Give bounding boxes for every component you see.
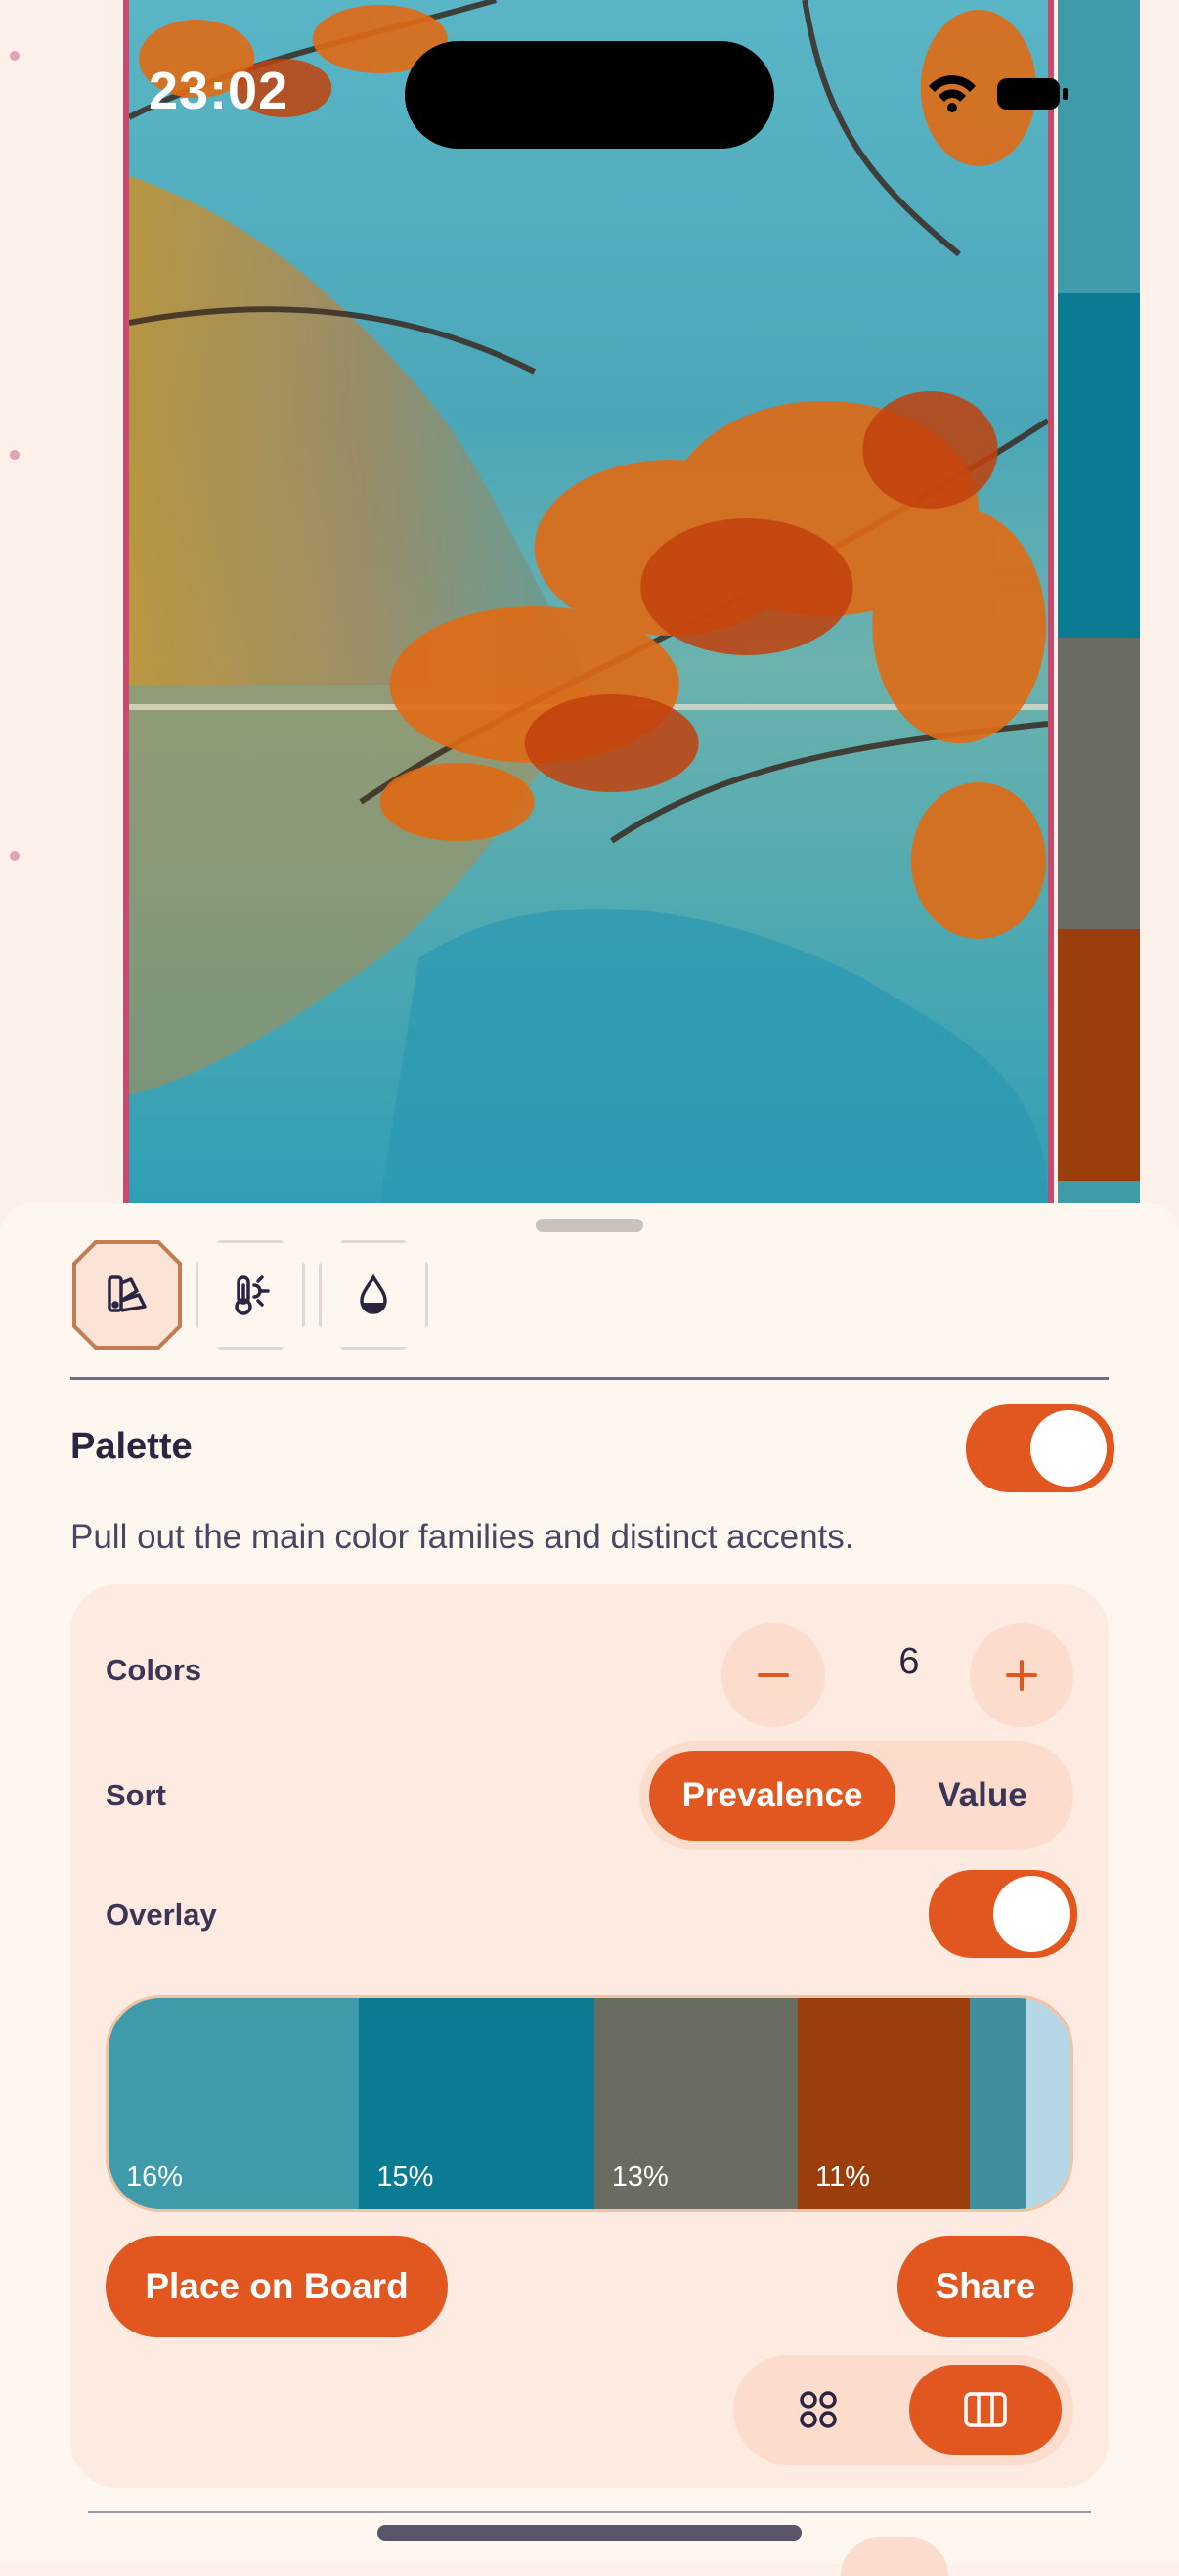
- swatch-percentage: 11%: [815, 2161, 871, 2193]
- view-columns-option[interactable]: [909, 2365, 1062, 2455]
- sort-segmented-control: Prevalence Value: [639, 1741, 1073, 1850]
- colors-label: Colors: [106, 1653, 202, 1687]
- increase-colors-button[interactable]: [970, 1623, 1073, 1727]
- overlay-label: Overlay: [106, 1897, 217, 1932]
- palette-settings-card: Colors 6 Sort Prevalence Value Overlay 1…: [70, 1584, 1109, 2488]
- place-on-board-button[interactable]: Place on Board: [106, 2236, 448, 2337]
- palette-swatch[interactable]: 15%: [359, 1998, 594, 2209]
- side-swatch-2: [1058, 293, 1140, 638]
- photo-image: [129, 0, 1048, 1203]
- drop-icon: [360, 1273, 387, 1314]
- bottom-sheet: Palette Pull out the main color families…: [0, 1203, 1179, 2576]
- status-icons: [929, 75, 1068, 112]
- palette-toggle[interactable]: [966, 1404, 1114, 1492]
- palette-description: Pull out the main color families and dis…: [70, 1518, 854, 1556]
- swatch-percentage: 13%: [611, 2161, 669, 2193]
- minus-icon: [758, 1673, 789, 1677]
- palette-title: Palette: [70, 1426, 193, 1467]
- toggle-knob: [993, 1876, 1070, 1952]
- overlay-toggle[interactable]: [929, 1870, 1077, 1958]
- tool-temperature[interactable]: [196, 1240, 305, 1350]
- toolbar-divider: [70, 1377, 1109, 1380]
- palette-swatch[interactable]: [1026, 1998, 1070, 2209]
- marker-dot: [10, 450, 20, 460]
- view-grid-option[interactable]: [745, 2365, 892, 2455]
- tool-drop[interactable]: [319, 1240, 428, 1350]
- colors-count: 6: [898, 1641, 920, 1682]
- palette-swatch[interactable]: 13%: [593, 1998, 799, 2209]
- side-swatch-1: [1058, 0, 1140, 293]
- palette-swatch[interactable]: [970, 1998, 1027, 2209]
- view-mode-switch: [733, 2355, 1073, 2465]
- home-indicator[interactable]: [377, 2525, 802, 2541]
- palette-icon: [108, 1275, 147, 1312]
- palette-swatch[interactable]: 16%: [109, 1998, 360, 2209]
- dynamic-island: [405, 41, 774, 149]
- battery-icon: [997, 78, 1068, 110]
- peek-element: [841, 2537, 948, 2576]
- palette-swatch[interactable]: 11%: [798, 1998, 971, 2209]
- marker-dot: [10, 851, 20, 861]
- temperature-icon: [235, 1275, 270, 1315]
- side-swatch-5: [1058, 1181, 1140, 1203]
- plus-icon: [1006, 1660, 1037, 1691]
- sort-option-value[interactable]: Value: [901, 1751, 1064, 1841]
- marker-dot: [10, 51, 20, 61]
- wifi-icon: [929, 75, 976, 112]
- share-button[interactable]: Share: [897, 2236, 1073, 2337]
- toggle-knob: [1030, 1410, 1107, 1487]
- swatch-percentage: 15%: [376, 2161, 434, 2193]
- grid-icon: [800, 2391, 837, 2428]
- sheet-grabber[interactable]: [536, 1219, 643, 1232]
- palette-bar[interactable]: 16% 15% 13% 11%: [106, 1995, 1073, 2212]
- photo-preview[interactable]: [123, 0, 1054, 1203]
- side-swatch-4: [1058, 929, 1140, 1181]
- status-time: 23:02: [149, 62, 289, 120]
- swatch-percentage: 16%: [126, 2161, 184, 2193]
- tool-palette[interactable]: [72, 1240, 182, 1350]
- columns-icon: [964, 2392, 1007, 2427]
- sort-label: Sort: [106, 1778, 166, 1812]
- decrease-colors-button[interactable]: [721, 1623, 825, 1727]
- sort-option-prevalence[interactable]: Prevalence: [649, 1751, 895, 1841]
- footer-divider: [88, 2511, 1091, 2513]
- side-swatch-3: [1058, 638, 1140, 929]
